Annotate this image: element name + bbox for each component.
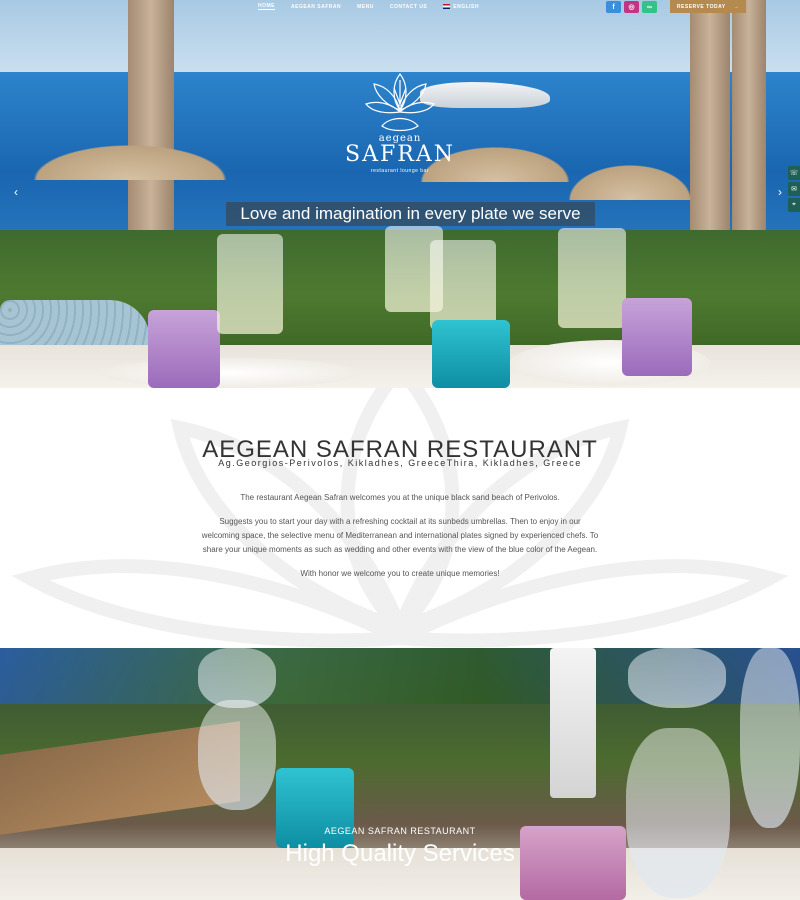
about-paragraph: The restaurant Aegean Safran welcomes yo…	[240, 493, 560, 502]
site-logo[interactable]: aegean SAFRAN restaurant lounge bar	[340, 66, 460, 174]
map-icon[interactable]: ⌖	[788, 198, 800, 212]
hero-pillar	[732, 0, 766, 230]
envelope-icon[interactable]: ✉	[788, 182, 800, 196]
facebook-icon[interactable]: f	[606, 1, 621, 13]
hero-slider: HOME AEGEAN SAFRAN MENU CONTACT US ENGLI…	[0, 0, 800, 388]
logo-subtitle: restaurant lounge bar	[370, 168, 430, 174]
reserve-today-label: RESERVE TODAY	[676, 3, 726, 10]
logo-safran-text: SAFRAN	[345, 142, 455, 167]
services-glass	[198, 648, 276, 708]
services-glass	[198, 700, 276, 810]
hero-glass	[217, 234, 283, 334]
about-text: The restaurant Aegean Safran welcomes yo…	[200, 491, 600, 591]
social-links: f ◎ ∞	[606, 1, 657, 13]
hero-glass	[432, 320, 510, 388]
services-glass	[628, 648, 726, 708]
side-contact-tabs: ☏ ✉ ⌖	[788, 166, 800, 212]
hero-plate	[100, 358, 360, 388]
hero-glass	[622, 298, 692, 376]
services-glass	[740, 648, 800, 828]
hero-glass	[430, 240, 496, 330]
arrow-right-icon: →	[733, 3, 740, 10]
nav-links: HOME AEGEAN SAFRAN MENU CONTACT US ENGLI…	[258, 3, 479, 10]
nav-link-menu[interactable]: MENU	[357, 3, 374, 10]
top-nav: HOME AEGEAN SAFRAN MENU CONTACT US ENGLI…	[0, 0, 800, 14]
hero-pillar	[128, 0, 174, 230]
about-section: AEGEAN SAFRAN RESTAURANT Ag.Georgios-Per…	[0, 388, 800, 648]
chevron-right-icon[interactable]: ›	[778, 185, 782, 199]
services-kicker: AEGEAN SAFRAN RESTAURANT	[324, 826, 476, 836]
services-title: High Quality Services	[285, 840, 515, 867]
services-glass	[626, 728, 730, 898]
nav-link-home[interactable]: HOME	[258, 3, 275, 10]
hero-tagline: Love and imagination in every plate we s…	[226, 202, 595, 226]
nav-link-aegean-safran[interactable]: AEGEAN SAFRAN	[291, 3, 341, 10]
about-paragraph: Suggests you to start your day with a re…	[201, 517, 599, 554]
hero-umbrella	[560, 160, 700, 200]
hero-glass	[558, 228, 626, 328]
instagram-icon[interactable]: ◎	[624, 1, 639, 13]
saffron-flower-icon	[365, 73, 435, 132]
about-paragraph: With honor we welcome you to create uniq…	[300, 569, 500, 578]
services-section: AEGEAN SAFRAN RESTAURANT High Quality Se…	[0, 648, 800, 900]
hero-umbrella	[20, 140, 240, 180]
uk-flag-icon	[443, 4, 451, 9]
phone-icon[interactable]: ☏	[788, 166, 800, 180]
tripadvisor-icon[interactable]: ∞	[642, 1, 657, 13]
reserve-today-button[interactable]: RESERVE TODAY →	[670, 0, 746, 13]
chevron-left-icon[interactable]: ‹	[14, 185, 18, 199]
services-teal-cup	[276, 768, 354, 848]
language-label: ENGLISH	[453, 3, 479, 10]
services-wine-bottle	[550, 648, 596, 798]
hero-glass	[148, 310, 220, 388]
nav-link-contact[interactable]: CONTACT US	[390, 3, 427, 10]
language-selector[interactable]: ENGLISH	[443, 3, 479, 10]
about-address: Ag.Georgios-Perivolos, Kikladhes, Greece…	[218, 458, 582, 468]
